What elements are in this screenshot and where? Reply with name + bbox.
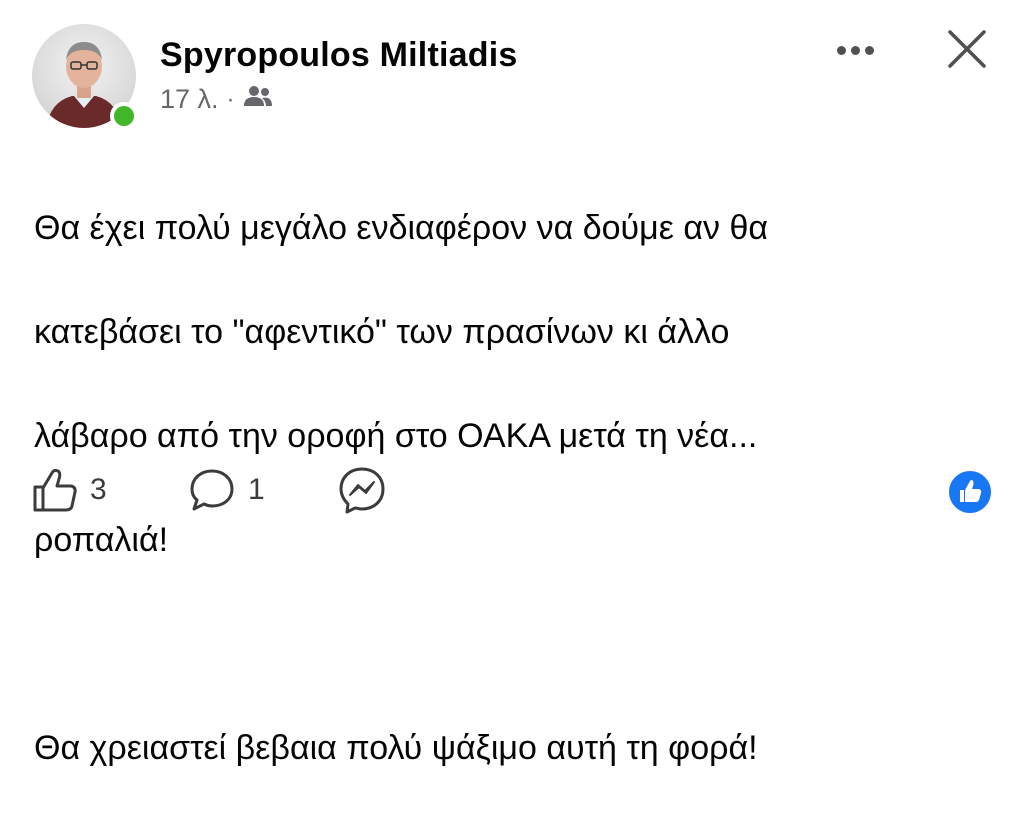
online-status-indicator <box>110 102 138 130</box>
thumbs-up-icon <box>33 468 77 512</box>
close-icon <box>948 30 986 68</box>
post-text-line: λάβαρο από την οροφή στο ΟΑΚΑ μετά τη νέ… <box>34 417 758 455</box>
messenger-icon <box>339 467 385 514</box>
like-reaction-icon[interactable] <box>946 468 994 516</box>
comment-count: 1 <box>248 473 265 506</box>
post-author[interactable]: Spyropoulos Miltiadis <box>160 36 517 75</box>
post-text-line <box>34 618 994 670</box>
more-options-icon <box>864 45 874 55</box>
send-message-button[interactable] <box>336 462 396 518</box>
more-options-button[interactable] <box>828 30 882 70</box>
post-text-line: Θα έχει πολύ μεγάλο ενδιαφέρον να δούμε … <box>34 209 769 247</box>
avatar[interactable] <box>32 24 138 130</box>
close-button[interactable] <box>940 24 994 78</box>
post-meta: 17 λ. · <box>160 84 273 115</box>
post-time[interactable]: 17 λ. <box>160 84 219 115</box>
comment-icon <box>190 469 234 511</box>
post-text: Θα έχει πολύ μεγάλο ενδιαφέρον να δούμε … <box>34 150 994 826</box>
post-text-line: κατεβάσει το "αφεντικό" των πρασίνων κι … <box>34 313 730 351</box>
more-options-icon <box>850 45 860 55</box>
comment-button[interactable]: 1 <box>186 462 316 518</box>
friends-icon[interactable] <box>243 84 273 115</box>
more-options-icon <box>836 45 846 55</box>
like-count: 3 <box>90 473 107 506</box>
post-text-line: Θα χρειαστεί βεβαια πολύ ψάξιμο αυτή τη … <box>34 729 758 767</box>
like-button[interactable]: 3 <box>30 462 130 518</box>
meta-separator: · <box>226 85 235 113</box>
